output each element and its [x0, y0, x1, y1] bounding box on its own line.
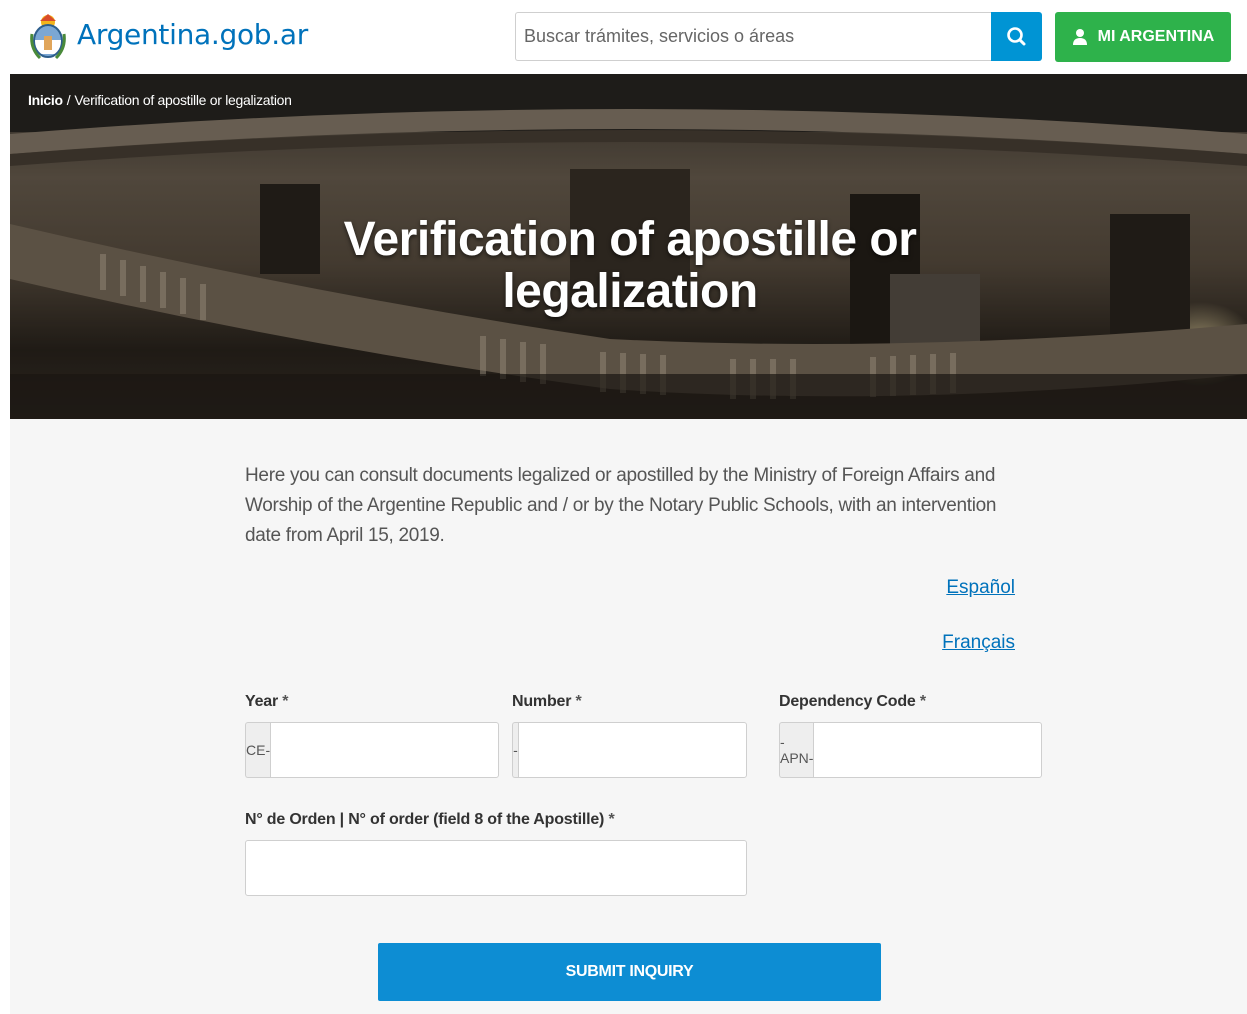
- year-label-text: Year: [245, 693, 279, 710]
- search-bar: [515, 12, 1042, 61]
- order-number-required-marker: *: [608, 811, 615, 828]
- intro-text: Here you can consult documents legalized…: [245, 465, 997, 546]
- hero-banner: Inicio / Verification of apostille or le…: [10, 74, 1247, 419]
- order-number-label-text: N° de Orden | N° of order (field 8 of th…: [245, 811, 605, 828]
- language-link-spanish[interactable]: Español: [946, 577, 1015, 599]
- year-label: Year *: [245, 693, 288, 711]
- search-button[interactable]: [991, 12, 1042, 61]
- order-number-label: N° de Orden | N° of order (field 8 of th…: [245, 811, 615, 829]
- user-icon: [1072, 29, 1087, 45]
- year-prefix: CE-: [245, 722, 271, 778]
- main-content: Here you can consult documents legalized…: [10, 419, 1247, 1014]
- dependency-code-field: -APN-: [779, 722, 1043, 778]
- page-title: Verification of apostille or legalizatio…: [343, 213, 917, 318]
- breadcrumb-home-link[interactable]: Inicio: [28, 92, 63, 108]
- number-label: Number *: [512, 693, 582, 711]
- breadcrumb-current: Verification of apostille or legalizatio…: [74, 92, 292, 108]
- mi-argentina-label: MI ARGENTINA: [1097, 28, 1215, 45]
- number-label-text: Number: [512, 693, 572, 710]
- number-required-marker: *: [575, 693, 582, 710]
- dependency-code-input[interactable]: [813, 722, 1043, 778]
- dependency-code-required-marker: *: [919, 693, 926, 710]
- number-field: -: [512, 722, 747, 778]
- coat-of-arms-icon[interactable]: [30, 12, 66, 60]
- site-header: Argentina.gob.ar MI ARGENTINA: [0, 0, 1247, 74]
- dependency-code-label-text: Dependency Code: [779, 693, 916, 710]
- submit-inquiry-button[interactable]: SUBMIT INQUIRY: [378, 943, 881, 1001]
- brand-name[interactable]: Argentina.gob.ar: [77, 18, 308, 51]
- year-input[interactable]: [270, 722, 500, 778]
- mi-argentina-button[interactable]: MI ARGENTINA: [1055, 12, 1231, 62]
- breadcrumb: Inicio / Verification of apostille or le…: [28, 92, 292, 108]
- search-input[interactable]: [515, 12, 991, 61]
- breadcrumb-separator: /: [66, 92, 71, 108]
- search-icon: [1007, 27, 1026, 46]
- year-required-marker: *: [282, 693, 289, 710]
- dependency-code-label: Dependency Code *: [779, 693, 926, 711]
- year-field: CE-: [245, 722, 500, 778]
- order-number-input[interactable]: [245, 840, 747, 896]
- number-input[interactable]: [518, 722, 747, 778]
- language-link-french[interactable]: Français: [942, 632, 1015, 654]
- dependency-code-prefix: -APN-: [779, 722, 814, 778]
